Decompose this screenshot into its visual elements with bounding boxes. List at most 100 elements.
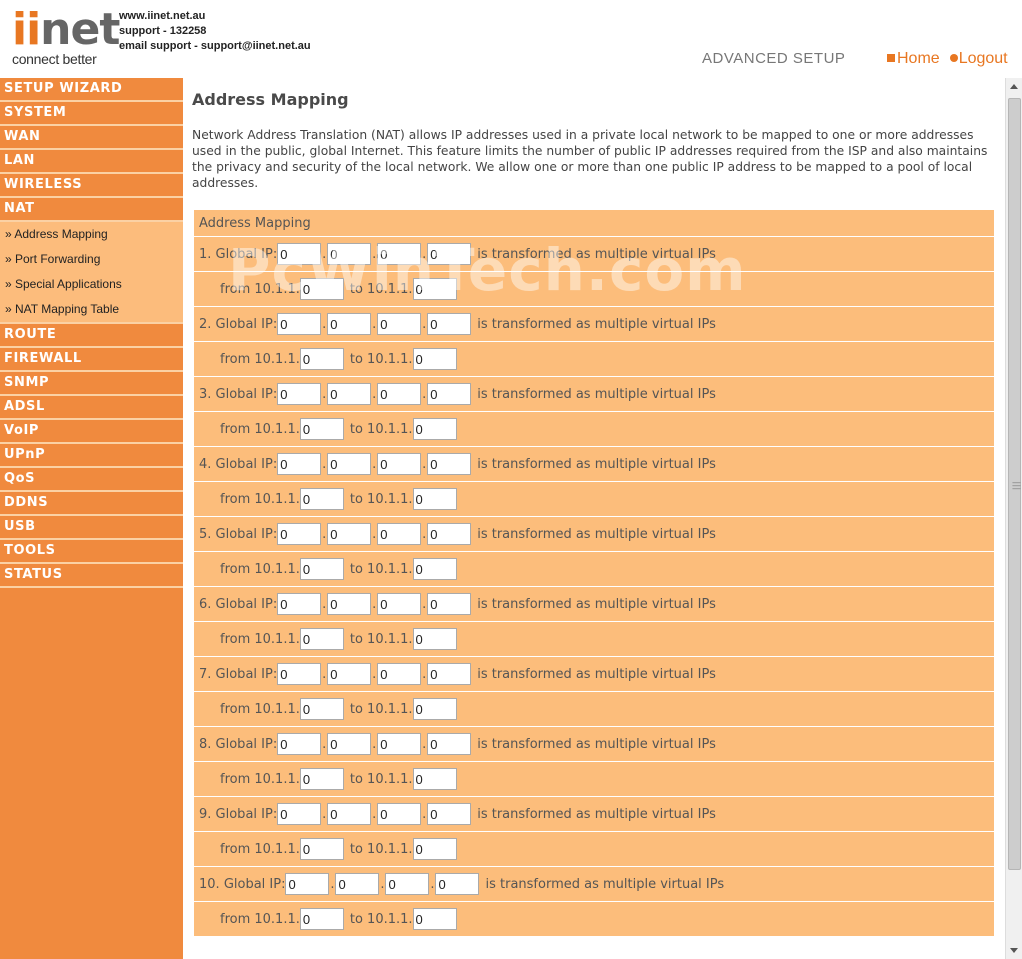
global-ip-8-octet-4[interactable] [427, 733, 472, 755]
local-from-10-input[interactable] [299, 908, 344, 930]
sidebar-item-setup-wizard[interactable]: SETUP WIZARD [0, 78, 183, 102]
local-to-10-input[interactable] [412, 908, 457, 930]
global-ip-6-octet-1[interactable] [277, 593, 322, 615]
mapping-range-row: from 10.1.1. to 10.1.1. [194, 622, 994, 657]
global-ip-9-octet-2[interactable] [327, 803, 372, 825]
global-ip-7-octet-4[interactable] [427, 663, 472, 685]
global-ip-1-octet-4[interactable] [427, 243, 472, 265]
global-ip-3-octet-1[interactable] [277, 383, 322, 405]
sidebar-item-firewall[interactable]: FIREWALL [0, 348, 183, 372]
global-ip-5-octet-4[interactable] [427, 523, 472, 545]
from-label: from 10.1.1. [220, 351, 300, 367]
global-ip-1-octet-2[interactable] [327, 243, 372, 265]
transformed-text: is transformed as multiple virtual IPs [477, 666, 716, 682]
sidebar-subitem-port-forwarding[interactable]: » Port Forwarding [0, 247, 183, 272]
mapping-range-row: from 10.1.1. to 10.1.1. [194, 482, 994, 517]
global-ip-5-octet-3[interactable] [377, 523, 422, 545]
sidebar-item-voip[interactable]: VoIP [0, 420, 183, 444]
global-ip-7-octet-2[interactable] [327, 663, 372, 685]
global-ip-7-octet-3[interactable] [377, 663, 422, 685]
sidebar-subitem-address-mapping[interactable]: » Address Mapping [0, 222, 183, 247]
global-ip-3-octet-2[interactable] [327, 383, 372, 405]
local-from-3-input[interactable] [299, 418, 344, 440]
scroll-down-button[interactable] [1006, 942, 1022, 959]
global-ip-1-octet-1[interactable] [277, 243, 322, 265]
global-ip-4-octet-1[interactable] [277, 453, 322, 475]
local-from-5-input[interactable] [299, 558, 344, 580]
sidebar-item-snmp[interactable]: SNMP [0, 372, 183, 396]
scroll-up-button[interactable] [1006, 78, 1022, 95]
local-to-5-input[interactable] [412, 558, 457, 580]
sidebar-item-adsl[interactable]: ADSL [0, 396, 183, 420]
global-ip-10-octet-2[interactable] [335, 873, 380, 895]
sidebar-item-nat[interactable]: NAT [0, 198, 183, 222]
sidebar-item-tools[interactable]: TOOLS [0, 540, 183, 564]
logout-link[interactable]: Logout [940, 50, 1008, 67]
sidebar-item-lan[interactable]: LAN [0, 150, 183, 174]
global-ip-5-octet-2[interactable] [327, 523, 372, 545]
local-to-1-input[interactable] [412, 278, 457, 300]
sidebar-item-upnp[interactable]: UPnP [0, 444, 183, 468]
header: iinet connect better www.iinet.net.au su… [0, 0, 1022, 78]
sidebar-item-wireless[interactable]: WIRELESS [0, 174, 183, 198]
logout-bullet-icon [949, 54, 958, 62]
sidebar-item-ddns[interactable]: DDNS [0, 492, 183, 516]
local-to-8-input[interactable] [412, 768, 457, 790]
sidebar-subitem-special-applications[interactable]: » Special Applications [0, 272, 183, 297]
scrollbar-thumb[interactable]: — — — [1008, 98, 1021, 870]
transformed-text: is transformed as multiple virtual IPs [477, 456, 716, 472]
global-ip-5-octet-1[interactable] [277, 523, 322, 545]
sidebar-item-usb[interactable]: USB [0, 516, 183, 540]
sidebar-item-system[interactable]: SYSTEM [0, 102, 183, 126]
local-to-4-input[interactable] [412, 488, 457, 510]
global-ip-9-octet-3[interactable] [377, 803, 422, 825]
local-from-8-input[interactable] [299, 768, 344, 790]
sidebar-subitem-nat-mapping-table[interactable]: » NAT Mapping Table [0, 297, 183, 322]
local-from-2-input[interactable] [299, 348, 344, 370]
from-label: from 10.1.1. [220, 491, 300, 507]
global-ip-3-octet-3[interactable] [377, 383, 422, 405]
global-ip-10-octet-1[interactable] [285, 873, 330, 895]
transformed-text: is transformed as multiple virtual IPs [477, 526, 716, 542]
local-from-4-input[interactable] [299, 488, 344, 510]
global-ip-10-octet-4[interactable] [435, 873, 480, 895]
local-from-7-input[interactable] [299, 698, 344, 720]
global-ip-9-octet-1[interactable] [277, 803, 322, 825]
sidebar-item-status[interactable]: STATUS [0, 564, 183, 588]
global-ip-8-octet-2[interactable] [327, 733, 372, 755]
global-ip-6-octet-2[interactable] [327, 593, 372, 615]
local-to-7-input[interactable] [412, 698, 457, 720]
global-ip-7-octet-1[interactable] [277, 663, 322, 685]
local-from-1-input[interactable] [299, 278, 344, 300]
global-ip-1-octet-3[interactable] [377, 243, 422, 265]
global-ip-4-octet-4[interactable] [427, 453, 472, 475]
local-to-3-input[interactable] [412, 418, 457, 440]
local-from-9-input[interactable] [299, 838, 344, 860]
global-ip-4-octet-3[interactable] [377, 453, 422, 475]
global-ip-2-octet-1[interactable] [277, 313, 322, 335]
iinet-logo[interactable]: iinet connect better [10, 6, 120, 68]
local-to-9-input[interactable] [412, 838, 457, 860]
global-ip-6-octet-4[interactable] [427, 593, 472, 615]
global-ip-8-octet-1[interactable] [277, 733, 322, 755]
vertical-scrollbar[interactable]: — — — [1005, 78, 1022, 959]
global-ip-10-octet-3[interactable] [385, 873, 430, 895]
local-to-2-input[interactable] [412, 348, 457, 370]
sidebar-item-qos[interactable]: QoS [0, 468, 183, 492]
global-ip-6-octet-3[interactable] [377, 593, 422, 615]
global-ip-8-octet-3[interactable] [377, 733, 422, 755]
local-to-6-input[interactable] [412, 628, 457, 650]
arrow-up-icon [1010, 84, 1018, 89]
to-label: to 10.1.1. [349, 351, 413, 367]
global-ip-3-octet-4[interactable] [427, 383, 472, 405]
sidebar-item-route[interactable]: ROUTE [0, 324, 183, 348]
global-ip-9-octet-4[interactable] [427, 803, 472, 825]
local-from-6-input[interactable] [299, 628, 344, 650]
home-link[interactable]: Home [887, 50, 940, 67]
sidebar-item-wan[interactable]: WAN [0, 126, 183, 150]
global-ip-2-octet-4[interactable] [427, 313, 472, 335]
to-label: to 10.1.1. [349, 421, 413, 437]
global-ip-2-octet-2[interactable] [327, 313, 372, 335]
global-ip-2-octet-3[interactable] [377, 313, 422, 335]
global-ip-4-octet-2[interactable] [327, 453, 372, 475]
